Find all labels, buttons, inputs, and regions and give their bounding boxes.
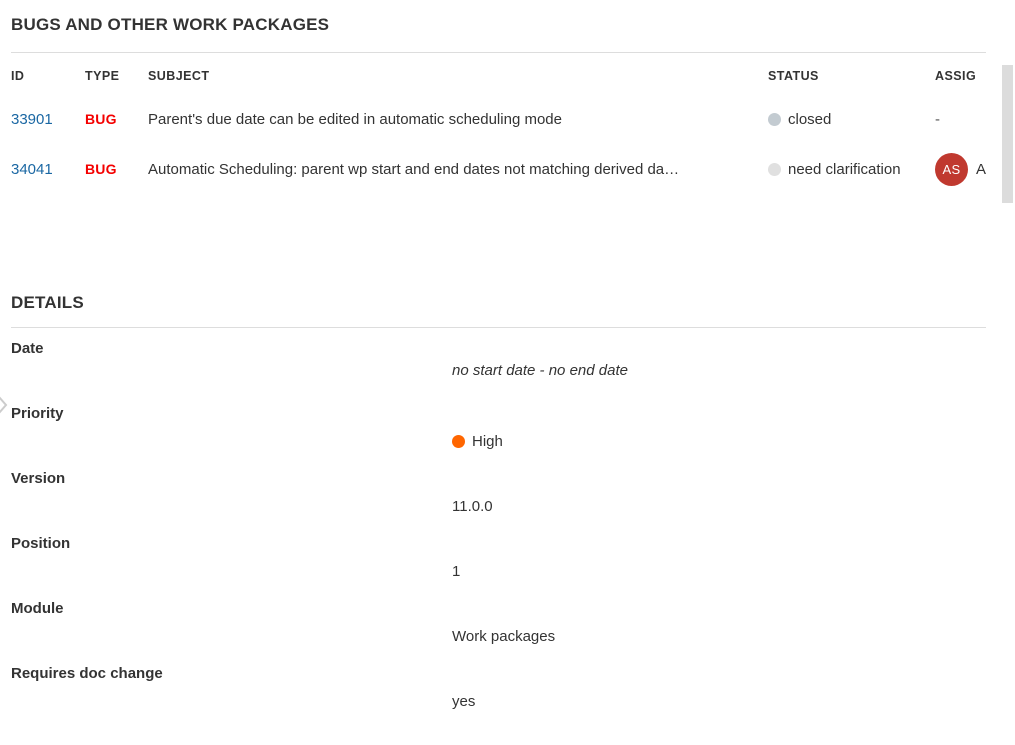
assignee-value[interactable]: AS A bbox=[935, 152, 1000, 186]
detail-label: Date bbox=[11, 340, 44, 357]
status-dot-icon bbox=[768, 162, 781, 176]
bugs-table-container[interactable]: ID TYPE SUBJECT STATUS ASSIG 33901 BUG P… bbox=[0, 58, 1000, 198]
work-package-detail-page: BUGS AND OTHER WORK PACKAGES ID TYPE SUB… bbox=[0, 0, 1015, 745]
column-header-subject[interactable]: SUBJECT bbox=[148, 58, 768, 94]
detail-value[interactable]: High bbox=[452, 433, 503, 450]
detail-value[interactable]: Work packages bbox=[452, 628, 555, 645]
detail-label: Requires doc change bbox=[11, 665, 163, 682]
status-label: need clarification bbox=[788, 160, 901, 178]
work-package-id-link[interactable]: 34041 bbox=[11, 161, 53, 178]
bugs-section-divider bbox=[11, 52, 986, 53]
bugs-table-header: ID TYPE SUBJECT STATUS ASSIG bbox=[0, 58, 1000, 94]
cell-status: closed bbox=[768, 94, 935, 144]
table-scrollbar-thumb[interactable] bbox=[1002, 65, 1013, 203]
work-package-subject[interactable]: Automatic Scheduling: parent wp start an… bbox=[148, 161, 760, 178]
detail-row-module: Module Work packages bbox=[0, 595, 1000, 660]
detail-label: Module bbox=[11, 600, 64, 617]
details-section-divider bbox=[11, 327, 986, 328]
status-dot-icon bbox=[768, 112, 781, 126]
detail-value-text: yes bbox=[452, 693, 476, 710]
details-attribute-list: Date no start date - no end date Priorit… bbox=[0, 335, 1000, 725]
detail-value-text: no start date - no end date bbox=[452, 362, 628, 379]
work-package-type-label: BUG bbox=[85, 110, 117, 127]
detail-value[interactable]: 11.0.0 bbox=[452, 498, 493, 515]
work-package-subject[interactable]: Parent's due date can be edited in autom… bbox=[148, 111, 760, 128]
table-header-row: ID TYPE SUBJECT STATUS ASSIG bbox=[0, 58, 1000, 94]
detail-value-text: High bbox=[472, 433, 503, 450]
bugs-table-body: 33901 BUG Parent's due date can be edite… bbox=[0, 94, 1000, 194]
status-badge[interactable]: closed bbox=[768, 111, 935, 128]
detail-value-text: 11.0.0 bbox=[452, 498, 493, 515]
detail-value-text: Work packages bbox=[452, 628, 556, 645]
detail-value[interactable]: 1 bbox=[452, 563, 460, 580]
avatar[interactable]: AS bbox=[935, 152, 968, 186]
detail-row-requires-doc-change: Requires doc change yes bbox=[0, 660, 1000, 725]
bugs-table: ID TYPE SUBJECT STATUS ASSIG 33901 BUG P… bbox=[0, 58, 1000, 194]
cell-id: 34041 bbox=[0, 144, 85, 194]
status-label: closed bbox=[788, 110, 832, 128]
detail-value-text: 1 bbox=[452, 563, 461, 580]
cell-subject: Automatic Scheduling: parent wp start an… bbox=[148, 144, 768, 194]
table-row[interactable]: 34041 BUG Automatic Scheduling: parent w… bbox=[0, 144, 1000, 194]
column-header-status[interactable]: STATUS bbox=[768, 58, 935, 94]
assignee-empty-dash: - bbox=[935, 110, 940, 128]
cell-assignee: - bbox=[935, 94, 1000, 144]
cell-type: BUG bbox=[85, 144, 148, 194]
work-package-type-label: BUG bbox=[85, 160, 117, 177]
bugs-section-title: BUGS AND OTHER WORK PACKAGES bbox=[11, 15, 330, 34]
detail-row-date: Date no start date - no end date bbox=[0, 335, 1000, 400]
priority-dot-icon bbox=[452, 435, 465, 448]
detail-row-priority: Priority High bbox=[0, 400, 1000, 465]
status-badge[interactable]: need clarification bbox=[768, 161, 935, 178]
details-section-title: DETAILS bbox=[11, 293, 84, 312]
detail-label: Priority bbox=[11, 405, 64, 422]
column-header-type[interactable]: TYPE bbox=[85, 58, 148, 94]
cell-assignee: AS A bbox=[935, 144, 1000, 194]
detail-label: Position bbox=[11, 535, 71, 552]
table-row[interactable]: 33901 BUG Parent's due date can be edite… bbox=[0, 94, 1000, 144]
cell-type: BUG bbox=[85, 94, 148, 144]
assignee-value[interactable]: - bbox=[935, 111, 1000, 128]
work-package-id-link[interactable]: 33901 bbox=[11, 111, 53, 128]
detail-row-position: Position 1 bbox=[0, 530, 1000, 595]
cell-status: need clarification bbox=[768, 144, 935, 194]
column-header-id[interactable]: ID bbox=[0, 58, 85, 94]
detail-label: Version bbox=[11, 470, 66, 487]
cell-id: 33901 bbox=[0, 94, 85, 144]
detail-value[interactable]: no start date - no end date bbox=[452, 362, 628, 379]
assignee-name: A bbox=[976, 160, 987, 178]
detail-row-version: Version 11.0.0 bbox=[0, 465, 1000, 530]
cell-subject: Parent's due date can be edited in autom… bbox=[148, 94, 768, 144]
detail-value[interactable]: yes bbox=[452, 693, 475, 710]
column-header-assignee[interactable]: ASSIG bbox=[935, 58, 1000, 94]
